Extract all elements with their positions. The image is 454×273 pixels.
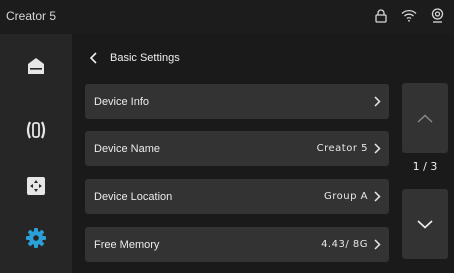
- app-title: Creator 5: [6, 9, 57, 23]
- page-header: Basic Settings: [84, 46, 180, 70]
- wifi-icon: [401, 9, 417, 22]
- chevron-right-icon: [374, 96, 381, 107]
- setting-row-device-location[interactable]: Device Location Group A: [85, 179, 389, 214]
- sidebar-item-filament[interactable]: [0, 102, 72, 158]
- chevron-right-icon: [374, 239, 381, 250]
- top-status-bar: Creator 5: [0, 0, 454, 34]
- row-label: Device Info: [94, 95, 150, 108]
- row-value: 4.43/ 8G: [321, 239, 368, 250]
- filament-spool-icon: [25, 120, 47, 140]
- move-axis-icon: [26, 176, 46, 196]
- chevron-down-icon: [417, 219, 433, 229]
- sidebar-item-settings[interactable]: [0, 210, 72, 266]
- page-up-button[interactable]: [402, 83, 448, 153]
- back-button[interactable]: [84, 48, 104, 68]
- row-value: Group A: [324, 191, 368, 202]
- chevron-up-icon: [417, 114, 433, 123]
- sidebar: [0, 34, 72, 273]
- chevron-right-icon: [374, 143, 381, 154]
- chevron-right-icon: [374, 191, 381, 202]
- lock-icon: [375, 8, 387, 23]
- chevron-left-icon: [89, 52, 97, 64]
- row-value: Creator 5: [316, 143, 368, 154]
- setting-row-device-info[interactable]: Device Info: [85, 84, 389, 119]
- row-label: Free Memory: [94, 238, 160, 251]
- webcam-icon: [431, 8, 444, 23]
- home-icon: [26, 56, 46, 76]
- row-label: Device Name: [94, 142, 161, 155]
- status-icons: [375, 8, 444, 23]
- page-title: Basic Settings: [110, 52, 180, 64]
- main-content: Basic Settings Device Info Device Name C…: [72, 34, 454, 273]
- page-down-button[interactable]: [402, 189, 448, 259]
- sidebar-item-move[interactable]: [0, 158, 72, 214]
- sidebar-item-home[interactable]: [0, 38, 72, 94]
- page-indicator: 1 / 3: [412, 160, 438, 173]
- setting-row-device-name[interactable]: Device Name Creator 5: [85, 131, 389, 166]
- setting-row-free-memory[interactable]: Free Memory 4.43/ 8G: [85, 227, 389, 262]
- gear-icon: [25, 227, 47, 249]
- row-label: Device Location: [94, 190, 173, 203]
